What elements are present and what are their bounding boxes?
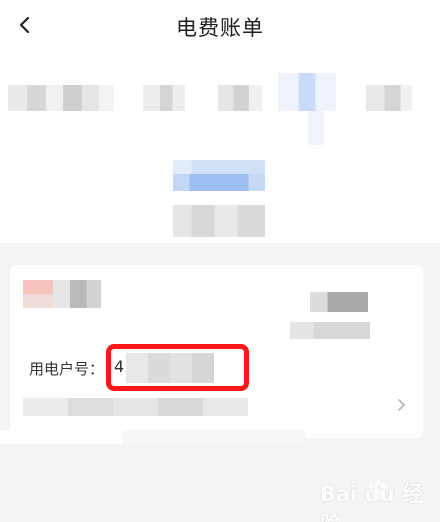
page-title: 电费账单 <box>176 16 264 40</box>
blurred-card-status <box>310 292 368 312</box>
highlight-box <box>106 344 249 391</box>
top-panel: 电费账单 <box>0 0 440 243</box>
chevron-right-icon[interactable] <box>393 397 409 413</box>
account-number-label: 用电户号： <box>29 360 105 378</box>
blurred-card-date <box>290 322 370 339</box>
account-card[interactable]: 用电户号： 4 <box>10 265 423 438</box>
watermark: Bai du 经验 <box>320 472 438 522</box>
blurred-address <box>23 398 248 416</box>
nav-header: 电费账单 <box>0 0 440 52</box>
blurred-card-logo <box>23 280 53 308</box>
blurred-card-footer <box>0 430 305 444</box>
blurred-card-name <box>53 280 101 308</box>
watermark-text: Bai du 经验 <box>320 482 423 522</box>
